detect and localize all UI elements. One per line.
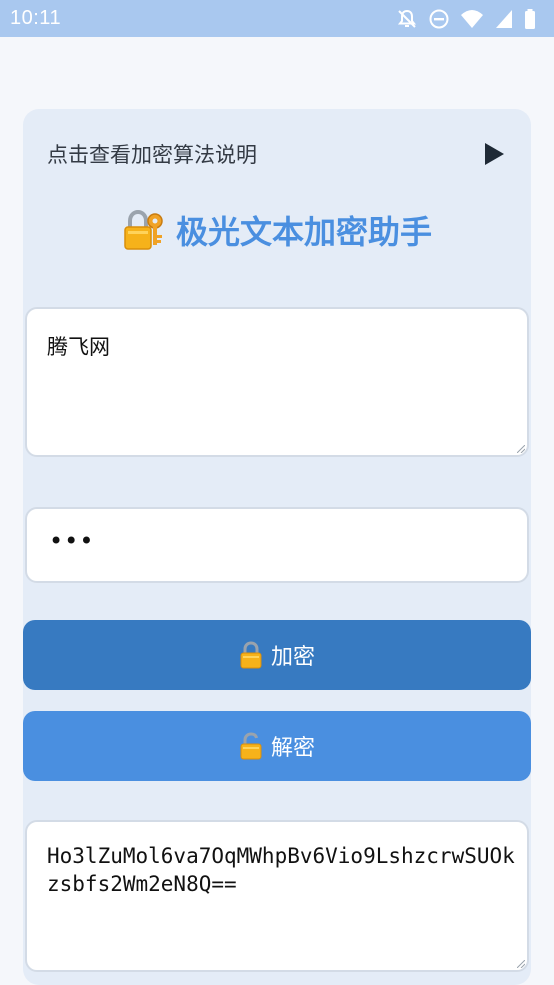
plaintext-value: 腾飞网	[47, 335, 110, 359]
lock-with-key-icon	[124, 209, 163, 250]
play-triangle-icon	[485, 143, 504, 165]
status-time: 10:11	[10, 7, 62, 29]
decrypt-button-label: 解密	[270, 736, 315, 761]
locked-icon	[240, 641, 262, 669]
algorithm-info-label: 点击查看加密算法说明	[47, 143, 257, 167]
resize-grip-icon[interactable]	[517, 445, 525, 453]
decrypt-button[interactable]: 解密	[23, 711, 531, 781]
status-bar: 10:11	[0, 0, 554, 37]
unlocked-icon	[240, 732, 262, 760]
algorithm-info-toggle[interactable]: 点击查看加密算法说明	[47, 137, 507, 171]
ciphertext-textarea[interactable]: Ho3lZuMol6va7OqMWhpBv6Vio9LshzcrwSUOkzsb…	[25, 820, 529, 972]
resize-grip-icon[interactable]	[517, 960, 525, 968]
signal-icon	[496, 9, 512, 28]
do-not-disturb-icon	[429, 9, 449, 28]
plaintext-textarea[interactable]: 腾飞网	[25, 307, 529, 457]
encrypt-button[interactable]: 加密	[23, 620, 531, 690]
ciphertext-value: Ho3lZuMol6va7OqMWhpBv6Vio9LshzcrwSUOkzsb…	[47, 844, 515, 896]
wifi-icon	[461, 9, 483, 28]
status-icons	[396, 8, 536, 30]
main-card: 点击查看加密算法说明 极光文本加密助手 腾飞网 ••• 加密 解密 Ho3lZu…	[23, 109, 531, 985]
battery-icon	[525, 8, 535, 29]
password-field[interactable]: •••	[25, 507, 529, 583]
password-masked-value: •••	[49, 527, 95, 555]
bell-off-icon	[397, 9, 417, 28]
app-title: 极光文本加密助手	[23, 205, 531, 255]
app-title-text: 极光文本加密助手	[175, 213, 432, 251]
encrypt-button-label: 加密	[270, 645, 315, 670]
